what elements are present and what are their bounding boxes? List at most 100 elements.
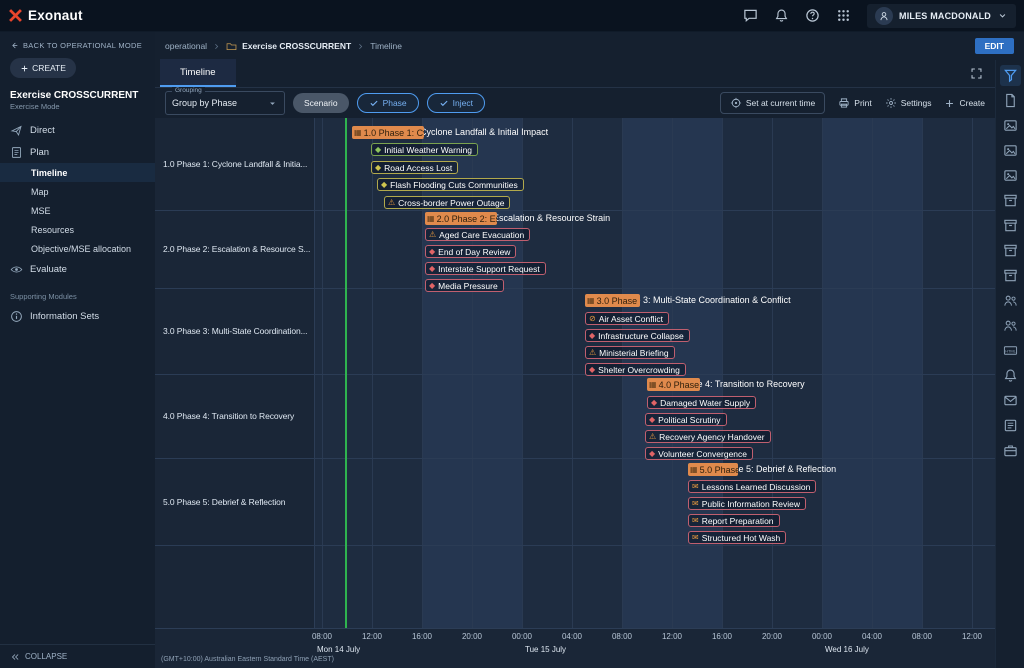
image-icon[interactable]: [1000, 140, 1021, 161]
inject-item[interactable]: ⚠Recovery Agency Handover: [645, 430, 771, 443]
inject-item-label: Interstate Support Request: [438, 264, 540, 274]
inject-item[interactable]: ◆Initial Weather Warning: [371, 143, 478, 156]
inject-item[interactable]: ✉Structured Hot Wash: [688, 531, 786, 544]
sidebar-item-evaluate[interactable]: Evaluate: [0, 258, 155, 280]
notifications-bell-icon[interactable]: [774, 8, 790, 24]
inject-item[interactable]: ◆Road Access Lost: [371, 161, 458, 174]
phase-bar[interactable]: ▦4.0 Phase 4: Transition to Recovery: [647, 378, 700, 391]
chart-grid[interactable]: 1.0 Phase 1: Cyclone Landfall & Initial …: [315, 118, 995, 628]
inject-item[interactable]: ◆Political Scrutiny: [645, 413, 727, 426]
inject-item[interactable]: ✉Lessons Learned Discussion: [688, 480, 816, 493]
tab-timeline[interactable]: Timeline: [160, 59, 236, 87]
inject-item[interactable]: ⚠Aged Care Evacuation: [425, 228, 530, 241]
phase-bar[interactable]: ▦1.0 Phase 1: Cyclone Landfall & Initial…: [352, 126, 424, 139]
chart-body: 1.0 Phase 1: Cyclone Landfall & Initia..…: [155, 118, 995, 628]
envelope-icon: ✉: [692, 500, 699, 508]
chat-icon[interactable]: [743, 8, 759, 24]
back-to-operational-link[interactable]: BACK TO OPERATIONAL MODE: [0, 32, 155, 56]
sidebar-item-mse[interactable]: MSE: [0, 201, 155, 220]
create-inject-button[interactable]: Create: [944, 98, 985, 109]
image-icon[interactable]: [1000, 165, 1021, 186]
archive-icon[interactable]: [1000, 265, 1021, 286]
bell-icon[interactable]: [1000, 365, 1021, 386]
sidebar-item-information-sets[interactable]: Information Sets: [0, 305, 155, 327]
inject-item[interactable]: ◆Interstate Support Request: [425, 262, 546, 275]
sidebar-item-plan[interactable]: Plan: [0, 141, 155, 163]
time-tick-label: 00:00: [502, 632, 542, 641]
sidebar-nav: Direct Plan Timeline Map MSE ResourcesObjecti…: [0, 119, 155, 327]
user-name: MILES MACDONALD: [899, 11, 991, 21]
scenario-filter-chip[interactable]: Scenario: [293, 93, 349, 113]
html-icon[interactable]: HTML: [1000, 340, 1021, 361]
right-rail: HTML: [995, 60, 1024, 668]
people-icon[interactable]: [1000, 290, 1021, 311]
set-at-current-time-button[interactable]: Set at current time: [720, 92, 825, 114]
phase-row-label: 5.0 Phase 5: Debrief & Reflection: [163, 497, 314, 507]
back-label: BACK TO OPERATIONAL MODE: [23, 41, 142, 50]
edit-button[interactable]: EDIT: [975, 38, 1014, 54]
sidebar-item-map[interactable]: Map: [0, 182, 155, 201]
inject-item[interactable]: ⚠Ministerial Briefing: [585, 346, 675, 359]
sidebar-item-timeline[interactable]: Timeline: [0, 163, 155, 182]
inject-item[interactable]: ✉Report Preparation: [688, 514, 780, 527]
phase-bar[interactable]: ▦3.0 Phase 3: Multi-State Coordination &…: [585, 294, 640, 307]
image-icon[interactable]: [1000, 115, 1021, 136]
gridline: [522, 118, 523, 628]
phase-bar-text: 3.0 Phase 3: Multi-State Coordination & …: [597, 296, 640, 306]
sidebar-item-label: Direct: [30, 125, 55, 136]
gridline: [572, 118, 573, 628]
grouping-select[interactable]: Grouping Group by Phase: [165, 91, 285, 115]
inject-item[interactable]: ◆Flash Flooding Cuts Communities: [377, 178, 524, 191]
collapse-sidebar-button[interactable]: COLLAPSE: [0, 644, 155, 668]
breadcrumb-root[interactable]: operational: [165, 41, 207, 51]
phase-bar[interactable]: ▦5.0 Phase 5: Debrief & Reflection: [688, 463, 738, 476]
inject-item[interactable]: ◆Damaged Water Supply: [647, 396, 756, 409]
archive-icon[interactable]: [1000, 215, 1021, 236]
sidebar-item-objective-mse-allocation[interactable]: Objective/MSE allocation: [0, 239, 155, 258]
sidebar-item-label: Timeline: [31, 168, 67, 178]
create-label: CREATE: [32, 63, 66, 73]
diamond-icon: ◆: [429, 248, 435, 256]
user-menu[interactable]: MILES MACDONALD: [867, 4, 1016, 28]
mail-icon[interactable]: [1000, 390, 1021, 411]
warning-icon: ⚠: [649, 433, 656, 441]
inject-item[interactable]: ⚠Cross-border Power Outage: [384, 196, 510, 209]
inject-item[interactable]: ◆Media Pressure: [425, 279, 504, 292]
inject-item[interactable]: ◆Infrastructure Collapse: [585, 329, 690, 342]
breadcrumb-exercise[interactable]: Exercise CROSSCURRENT: [242, 41, 351, 51]
diamond-icon: ◆: [649, 416, 655, 424]
sidebar-item-label: MSE: [31, 206, 51, 216]
inject-item-label: Media Pressure: [438, 281, 498, 291]
people-icon[interactable]: [1000, 315, 1021, 336]
phase-filter-chip[interactable]: Phase: [357, 93, 419, 113]
inject-filter-chip[interactable]: Inject: [427, 93, 485, 113]
envelope-icon: ✉: [692, 483, 699, 491]
filter-icon[interactable]: [1000, 65, 1021, 86]
row-separator: [155, 374, 995, 375]
inject-item[interactable]: ⊘Air Asset Conflict: [585, 312, 669, 325]
help-icon[interactable]: [805, 8, 821, 24]
archive-icon[interactable]: [1000, 240, 1021, 261]
briefcase-icon[interactable]: [1000, 440, 1021, 461]
inject-item[interactable]: ◆Volunteer Convergence: [645, 447, 753, 460]
set-current-label: Set at current time: [746, 98, 815, 108]
day-label: Tue 15 July: [525, 645, 566, 654]
inject-item[interactable]: ✉Public Information Review: [688, 497, 806, 510]
sidebar-item-direct[interactable]: Direct: [0, 119, 155, 141]
file-icon[interactable]: [1000, 90, 1021, 111]
archive-icon[interactable]: [1000, 190, 1021, 211]
settings-button[interactable]: Settings: [885, 97, 932, 109]
inject-item[interactable]: ◆End of Day Review: [425, 245, 516, 258]
fullscreen-icon[interactable]: [970, 67, 983, 80]
left-sidebar: BACK TO OPERATIONAL MODE CREATE Exercise…: [0, 32, 155, 668]
print-button[interactable]: Print: [838, 97, 871, 109]
inject-item-label: Infrastructure Collapse: [598, 331, 684, 341]
sidebar-item-label: Information Sets: [30, 311, 99, 322]
exercise-mode-label: Exercise Mode: [0, 101, 155, 119]
apps-grid-icon[interactable]: [836, 8, 852, 24]
sidebar-item-resources[interactable]: Resources: [0, 220, 155, 239]
badge-icon[interactable]: [1000, 415, 1021, 436]
inject-item[interactable]: ◆Shelter Overcrowding: [585, 363, 686, 376]
phase-bar[interactable]: ▦2.0 Phase 2: Escalation & Resource Stra…: [425, 212, 497, 225]
create-button[interactable]: CREATE: [10, 58, 76, 78]
